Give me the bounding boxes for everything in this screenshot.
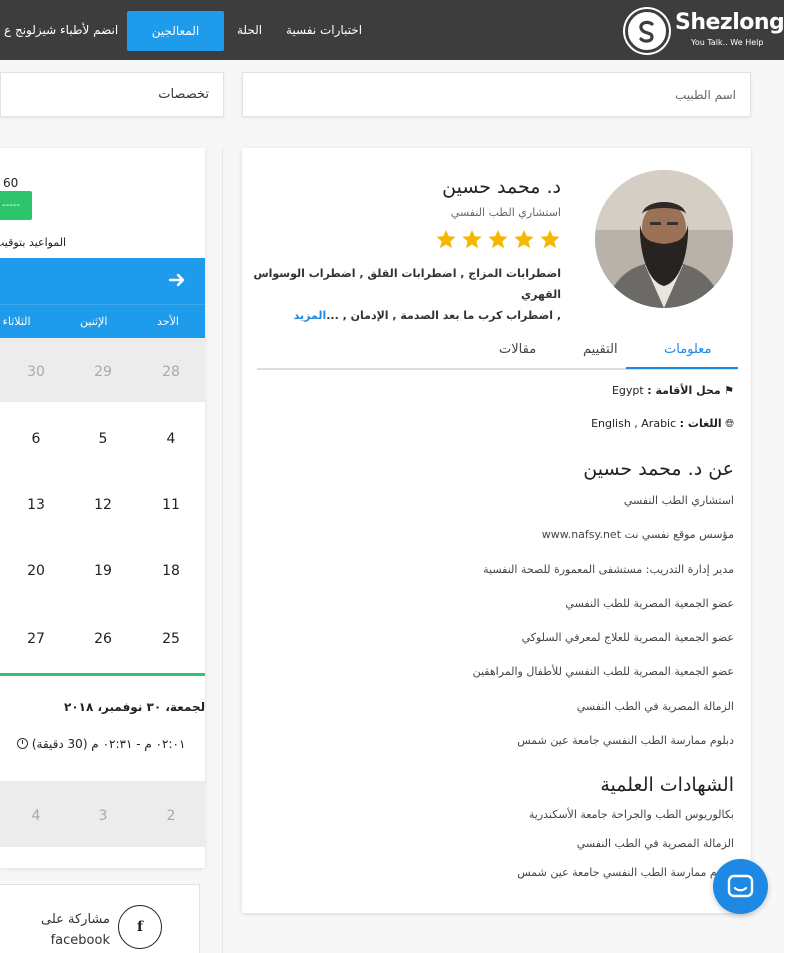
- certificate-item: دبلوم ممارسة الطب النفسي جامعة عين شمس: [517, 866, 734, 879]
- clock-icon: [17, 738, 28, 749]
- profile-tabs: معلومات التقييم مقالات: [257, 338, 737, 370]
- top-navbar: Shezlong You Talk.. We Help اختبارات نفس…: [0, 0, 785, 60]
- calendar-day[interactable]: 12: [88, 497, 118, 513]
- calendar-day[interactable]: 4: [156, 431, 186, 447]
- calendar-day[interactable]: 20: [21, 563, 51, 579]
- rating-stars: [435, 228, 561, 250]
- certificate-item: الزمالة المصرية في الطب النفسي: [576, 837, 734, 850]
- brand-logo[interactable]: Shezlong You Talk.. We Help: [625, 8, 785, 54]
- residence-value: Egypt: [611, 384, 644, 397]
- tab-articles[interactable]: مقالات: [499, 338, 536, 370]
- doctor-specialties: اضطرابات المزاج , اضطرابات القلق , اضطرا…: [251, 263, 561, 326]
- calendar-day[interactable]: 19: [88, 563, 118, 579]
- page-right-edge: [784, 0, 800, 953]
- languages-label: اللغات :: [679, 417, 722, 430]
- chat-icon: [727, 874, 754, 898]
- star-icon: [436, 229, 456, 249]
- doctor-avatar: [595, 170, 733, 308]
- about-item: استشاري الطب النفسي: [623, 494, 734, 507]
- chat-widget-button[interactable]: [713, 859, 768, 914]
- share-line-2: facebook: [50, 933, 110, 948]
- calendar-day[interactable]: 5: [88, 431, 118, 447]
- weekday-sun: الأحد: [157, 315, 179, 328]
- certificate-item: بكالوريوس الطب والجراحة جامعة الأسكندرية: [528, 808, 734, 821]
- weekday-tue: الثلاثاء ء: [0, 315, 31, 328]
- about-item: مؤسس موقع نفسي نت www.nafsy.net: [541, 528, 734, 541]
- certificates-title: الشهادات العلمية: [600, 774, 734, 796]
- calendar-day[interactable]: 26: [88, 631, 118, 647]
- calendar-day: 29: [94, 364, 112, 380]
- flag-icon: ⚑: [724, 384, 734, 397]
- timezone-note: المواعيد بتوقيت: [0, 236, 67, 249]
- about-item: عضو الجمعية المصرية للطب النفسي: [565, 597, 734, 610]
- doctor-title: استشاري الطب النفسي: [450, 206, 561, 219]
- calendar-day: 30: [27, 364, 45, 380]
- calendar-day: 28: [162, 364, 180, 380]
- selected-date: الجمعة، ٣٠ نوفمبر، ٢٠١٨: [64, 700, 205, 714]
- about-item: عضو الجمعية المصرية للطب النفسي للأطفال …: [472, 665, 734, 678]
- weekday-mon: الإثنين: [80, 315, 108, 328]
- tab-info[interactable]: معلومات: [664, 338, 711, 370]
- nav-join-doctors[interactable]: انضم لأطباء شيزلونج ع: [4, 0, 118, 60]
- about-item: عضو الجمعية المصرية للعلاج لمعرفي السلوك…: [521, 631, 734, 644]
- about-title: عن د. محمد حسين: [583, 458, 734, 480]
- calendar-day: 3: [98, 808, 108, 824]
- star-icon: [514, 229, 534, 249]
- globe-icon: 🌐︎: [725, 417, 734, 430]
- calendar-day: 4: [31, 808, 41, 824]
- logo-icon: [625, 9, 669, 53]
- share-text: مشاركة على facebook: [41, 909, 110, 951]
- about-item: دبلوم ممارسة الطب النفسي جامعة عين شمس: [517, 734, 734, 747]
- share-facebook[interactable]: مشاركة على facebook f: [0, 884, 200, 953]
- calendar-day[interactable]: 27: [21, 631, 51, 647]
- star-icon: [488, 229, 508, 249]
- calendar-day[interactable]: 11: [156, 497, 186, 513]
- doctor-name: د. محمد حسين: [442, 176, 561, 198]
- languages-row: 🌐︎ اللغات : English , Arabic: [591, 417, 734, 431]
- more-specialties-link[interactable]: المزيد: [294, 309, 327, 322]
- specialty-filter[interactable]: تخصصات: [0, 72, 224, 117]
- calendar-day[interactable]: 6: [21, 431, 51, 447]
- selected-time-slot[interactable]: ٠٢:٠١ م - ٠٢:٣١ م (30 دقيقة): [14, 737, 185, 751]
- languages-value: English , Arabic: [591, 417, 677, 430]
- nav-cycle[interactable]: الحلة: [237, 0, 262, 60]
- specialties-line-2-text: , اضطراب كرب ما بعد الصدمة , الإدمان , .…: [326, 309, 561, 322]
- column-divider: [222, 148, 223, 953]
- specialties-line-1: اضطرابات المزاج , اضطرابات القلق , اضطرا…: [253, 267, 561, 301]
- calendar-day[interactable]: 13: [21, 497, 51, 513]
- selected-week-indicator: [0, 673, 205, 676]
- next-arrow-icon[interactable]: [168, 271, 186, 289]
- nav-therapists[interactable]: المعالجين: [127, 11, 224, 51]
- residence-label: محل الأقامة :: [647, 384, 721, 397]
- brand-name: Shezlong: [675, 10, 785, 35]
- about-item: الزمالة المصرية في الطب النفسي: [576, 700, 734, 713]
- tab-rating[interactable]: التقييم: [583, 338, 618, 370]
- doctor-search-field[interactable]: [242, 72, 751, 117]
- doctor-profile-card: د. محمد حسين استشاري الطب النفسي اضطرابا…: [242, 148, 751, 913]
- booking-panel: 60 دقيقة ----- المواعيد بتوقيت الأحد الإ…: [0, 148, 205, 868]
- calendar-day: 2: [166, 808, 176, 824]
- price-button[interactable]: -----: [0, 191, 32, 220]
- active-tab-indicator: [626, 367, 738, 369]
- selected-time-text: ٠٢:٠١ م - ٠٢:٣١ م (30 دقيقة): [31, 737, 186, 751]
- calendar-day[interactable]: 18: [156, 563, 186, 579]
- doctor-search-input[interactable]: [243, 73, 750, 116]
- session-duration: 60 دقيقة: [0, 176, 19, 190]
- calendar-day[interactable]: 25: [156, 631, 186, 647]
- nav-tests[interactable]: اختبارات نفسية: [286, 0, 362, 60]
- residence-row: ⚑ محل الأقامة : Egypt: [612, 384, 734, 397]
- facebook-icon[interactable]: f: [118, 905, 162, 949]
- calendar-header: [0, 258, 205, 304]
- brand-tagline: You Talk.. We Help: [691, 38, 764, 47]
- star-icon: [462, 229, 482, 249]
- share-line-1: مشاركة على: [41, 912, 110, 927]
- specialties-line-2: , اضطراب كرب ما بعد الصدمة , الإدمان , .…: [251, 305, 561, 326]
- star-icon: [540, 229, 560, 249]
- calendar-weekdays: الأحد الإثنين الثلاثاء ء: [0, 304, 205, 338]
- specialty-label: تخصصات: [158, 87, 209, 102]
- about-item: مدير إدارة التدريب: مستشفى المعمورة للصح…: [483, 563, 734, 576]
